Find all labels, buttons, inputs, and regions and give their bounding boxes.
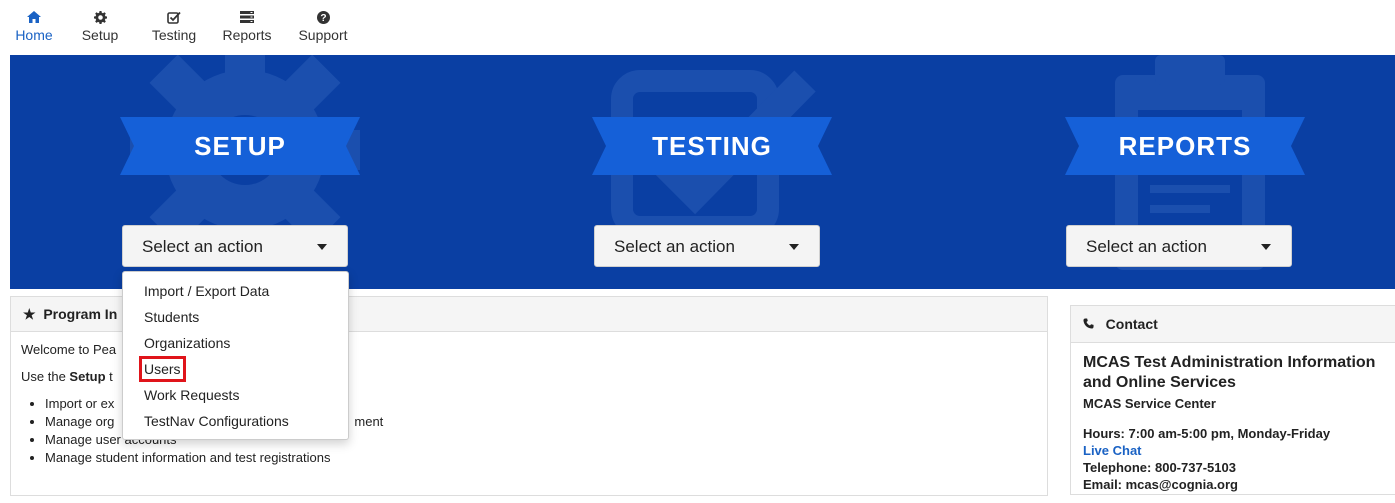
nav-testing-label: Testing	[151, 27, 197, 43]
contact-title: MCAS Test Administration Information and…	[1083, 354, 1376, 391]
nav-home-label: Home	[15, 27, 53, 43]
nav-home[interactable]: Home	[12, 7, 56, 43]
contact-telephone: Telephone: 800-737-5103	[1083, 460, 1236, 475]
nav-support[interactable]: ? Support	[295, 7, 351, 43]
nav-support-label: Support	[298, 27, 348, 43]
menu-item-students[interactable]: Students	[123, 306, 348, 332]
testing-select-label: Select an action	[614, 237, 735, 256]
top-nav: Home Setup Testing Reports ? Support	[0, 0, 1395, 55]
setup-ribbon: SETUP	[120, 117, 360, 175]
menu-item-work-requests[interactable]: Work Requests	[123, 384, 348, 410]
users-highlight-box: Users	[139, 356, 186, 382]
contact-email[interactable]: Email: mcas@cognia.org	[1083, 476, 1383, 493]
phone-icon	[1083, 316, 1098, 332]
setup-action-menu: Import / Export Data Students Organizati…	[122, 271, 349, 440]
reports-ribbon: REPORTS	[1065, 117, 1305, 175]
nav-setup-label: Setup	[81, 27, 119, 43]
setup-action-select[interactable]: Select an action	[122, 225, 348, 267]
question-circle-icon: ?	[295, 7, 351, 25]
setup-title: SETUP	[194, 131, 286, 161]
program-info-heading: Program In	[43, 306, 118, 322]
reports-title: REPORTS	[1118, 131, 1252, 161]
reports-action-select[interactable]: Select an action	[1066, 225, 1292, 267]
menu-item-organizations[interactable]: Organizations	[123, 332, 348, 358]
contact-hours: Hours: 7:00 am-5:00 pm, Monday-Friday	[1083, 426, 1331, 441]
star-icon: ★	[23, 306, 36, 322]
nav-testing[interactable]: Testing	[148, 7, 200, 43]
reports-select-label: Select an action	[1086, 237, 1207, 256]
svg-text:?: ?	[320, 13, 326, 24]
caret-down-icon	[1261, 244, 1271, 250]
gear-icon	[74, 7, 126, 25]
caret-down-icon	[789, 244, 799, 250]
contact-heading: Contact	[1105, 316, 1158, 332]
menu-item-testnav-config[interactable]: TestNav Configurations	[123, 410, 348, 436]
caret-down-icon	[317, 244, 327, 250]
nav-reports-label: Reports	[222, 27, 272, 43]
server-icon	[219, 7, 275, 25]
nav-setup[interactable]: Setup	[74, 7, 126, 43]
menu-item-users[interactable]: Users	[123, 356, 348, 384]
testing-action-select[interactable]: Select an action	[594, 225, 820, 267]
check-square-icon	[148, 7, 200, 25]
action-banner: SETUP TESTING REPORTS Select an action S…	[10, 55, 1395, 289]
setup-select-label: Select an action	[142, 237, 263, 256]
contact-panel: Contact MCAS Test Administration Informa…	[1070, 305, 1395, 495]
contact-subtitle: MCAS Service Center	[1083, 396, 1216, 411]
list-item: Manage student information and test regi…	[45, 450, 1037, 465]
menu-item-import-export[interactable]: Import / Export Data	[123, 280, 348, 306]
testing-title: TESTING	[652, 131, 772, 161]
contact-header: Contact	[1071, 306, 1395, 343]
home-icon	[12, 7, 56, 25]
live-chat-link[interactable]: Live Chat	[1083, 442, 1383, 459]
nav-reports[interactable]: Reports	[219, 7, 275, 43]
testing-ribbon: TESTING	[592, 117, 832, 175]
